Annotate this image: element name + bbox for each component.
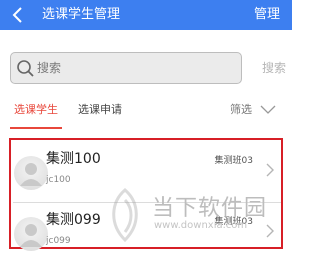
student-name: 集测099 xyxy=(46,212,101,228)
active-tab-indicator xyxy=(10,127,62,129)
student-id: jc099 xyxy=(46,236,71,246)
avatar xyxy=(14,217,48,251)
search-button[interactable]: 搜索 xyxy=(262,59,286,76)
search-box[interactable] xyxy=(10,52,242,84)
chevron-right-icon xyxy=(266,163,274,177)
tab-enrollment-requests[interactable]: 选课申请 xyxy=(78,102,122,117)
avatar xyxy=(14,156,48,190)
top-bar: 选课学生管理 管理 xyxy=(0,0,292,30)
watermark-logo-icon xyxy=(112,188,138,243)
back-icon[interactable] xyxy=(8,5,28,25)
page-title: 选课学生管理 xyxy=(42,7,121,22)
chevron-right-icon xyxy=(266,224,274,238)
chevron-down-icon[interactable] xyxy=(260,103,276,115)
class-name: 集测班03 xyxy=(214,156,253,166)
watermark-url: www.downxia.com xyxy=(154,220,248,231)
watermark-text: 当下软件园 xyxy=(152,196,268,221)
manage-button[interactable]: 管理 xyxy=(254,6,280,24)
student-id: jc100 xyxy=(46,175,71,185)
search-input[interactable] xyxy=(37,58,237,78)
student-name: 集测100 xyxy=(46,151,101,167)
tab-enrolled-students[interactable]: 选课学生 xyxy=(14,102,58,117)
filter-button[interactable]: 筛选 xyxy=(230,101,252,117)
search-icon xyxy=(17,60,34,77)
